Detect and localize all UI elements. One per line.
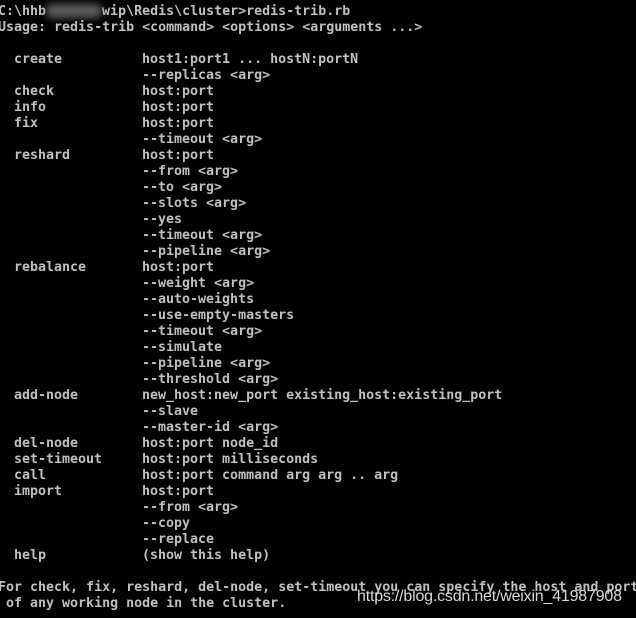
command-argument: --pipeline <arg> — [142, 244, 271, 259]
command-argument: --simulate — [142, 340, 223, 355]
command-argument: --copy — [142, 516, 191, 531]
command-name: create — [14, 52, 63, 67]
command-argument: --slots <arg> — [142, 196, 247, 211]
command-argument: host:port node_id — [142, 436, 279, 451]
terminal-window[interactable]: C:\hhb wip\Redis\cluster>redis-trib.rb Us… — [0, 0, 636, 618]
command-name: add-node — [14, 388, 79, 403]
command-name: reshard — [14, 148, 71, 163]
command-argument: --timeout <arg> — [142, 324, 263, 339]
watermark: https://blog.csdn.net/weixin_41987908 — [357, 588, 622, 605]
command-argument: (show this help) — [142, 548, 271, 563]
footer-line-2: of any working node in the cluster. — [0, 596, 287, 611]
command-name: help — [14, 548, 47, 563]
command-argument: --auto-weights — [142, 292, 255, 307]
command-argument: host:port — [142, 116, 215, 131]
command-name: fix — [14, 116, 39, 131]
command-name: rebalance — [14, 260, 87, 275]
command-argument: host:port — [142, 100, 215, 115]
command-argument: host:port — [142, 260, 215, 275]
command-name: call — [14, 468, 47, 483]
command-argument: --from <arg> — [142, 500, 239, 515]
command-argument: new_host:new_port existing_host:existing… — [142, 388, 503, 403]
command-argument: --replicas <arg> — [142, 68, 271, 83]
command-argument: host:port milliseconds — [142, 452, 319, 467]
command-name: import — [14, 484, 63, 499]
command-name: set-timeout — [14, 452, 103, 467]
command-argument: --yes — [142, 212, 183, 227]
redacted-blur — [46, 4, 103, 18]
command-argument: --master-id <arg> — [142, 420, 279, 435]
prompt-command: wip\Redis\cluster>redis-trib.rb — [102, 4, 351, 19]
command-argument: host:port — [142, 484, 215, 499]
prompt-prefix: C:\hhb — [0, 4, 47, 19]
command-argument: host:port — [142, 148, 215, 163]
command-argument: --timeout <arg> — [142, 132, 263, 147]
command-argument: --timeout <arg> — [142, 228, 263, 243]
command-name: info — [14, 100, 47, 115]
usage-line: Usage: redis-trib <command> <options> <a… — [0, 20, 423, 35]
command-argument: --threshold <arg> — [142, 372, 279, 387]
command-argument: host:port command arg arg .. arg — [142, 468, 399, 483]
command-argument: --weight <arg> — [142, 276, 255, 291]
command-argument: --slave — [142, 404, 199, 419]
command-argument: --replace — [142, 532, 215, 547]
command-argument: --from <arg> — [142, 164, 239, 179]
command-argument: host1:port1 ... hostN:portN — [142, 52, 359, 67]
command-argument: --use-empty-masters — [142, 308, 295, 323]
command-argument: host:port — [142, 84, 215, 99]
command-name: check — [14, 84, 55, 99]
command-name: del-node — [14, 436, 79, 451]
prompt-line: C:\hhb wip\Redis\cluster>redis-trib.rb — [0, 4, 350, 20]
command-argument: --pipeline <arg> — [142, 356, 271, 371]
command-argument: --to <arg> — [142, 180, 223, 195]
